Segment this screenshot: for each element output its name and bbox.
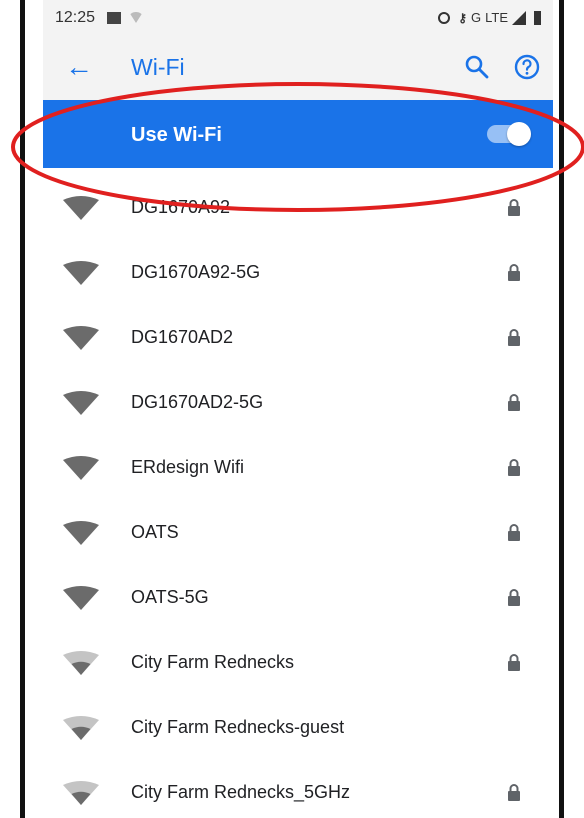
network-row[interactable]: DG1670AD2 bbox=[43, 305, 553, 370]
network-row[interactable]: OATS bbox=[43, 500, 553, 565]
network-name: City Farm Rednecks-guest bbox=[131, 717, 345, 737]
network-key-label: G bbox=[470, 10, 482, 25]
network-name: DG1670AD2-5G bbox=[131, 392, 264, 412]
search-icon[interactable] bbox=[463, 53, 491, 81]
wifi-signal-icon bbox=[63, 521, 99, 545]
lock-icon bbox=[508, 329, 520, 346]
phone-frame: 12:25 ⚷ G LTE ← Wi-Fi Use Wi-Fi DG1670A9… bbox=[20, 0, 564, 818]
network-name: OATS bbox=[131, 522, 179, 542]
network-name: DG1670A92-5G bbox=[131, 262, 261, 282]
network-name: DG1670AD2 bbox=[131, 327, 234, 347]
wifi-status-icon bbox=[129, 12, 144, 23]
wifi-toggle-switch[interactable] bbox=[487, 122, 531, 146]
network-row[interactable]: OATS-5G bbox=[43, 565, 553, 630]
network-row[interactable]: City Farm Rednecks-guest bbox=[43, 695, 553, 760]
wifi-signal-icon bbox=[63, 456, 99, 480]
network-list: DG1670A92 DG1670A92-5G DG1670AD2 DG1670AD2-… bbox=[43, 175, 553, 818]
use-wifi-label: Use Wi-Fi bbox=[131, 124, 222, 146]
network-name: OATS-5G bbox=[131, 587, 209, 607]
wifi-signal-icon bbox=[63, 781, 99, 805]
use-wifi-row[interactable]: Use Wi-Fi bbox=[43, 100, 553, 168]
network-row[interactable]: DG1670A92-5G bbox=[43, 240, 553, 305]
wifi-signal-icon bbox=[63, 391, 99, 415]
network-row[interactable]: DG1670A92 bbox=[43, 175, 553, 240]
network-name: ERdesign Wifi bbox=[131, 457, 245, 477]
image-notification-icon bbox=[107, 11, 122, 24]
page-title: Wi-Fi bbox=[131, 54, 185, 80]
lock-icon bbox=[508, 589, 520, 606]
status-right: ⚷ G LTE bbox=[438, 0, 541, 35]
lock-icon bbox=[508, 199, 520, 216]
back-arrow-icon[interactable]: ← bbox=[65, 53, 93, 81]
network-row[interactable]: City Farm Rednecks bbox=[43, 630, 553, 695]
status-time: 12:25 bbox=[55, 8, 96, 26]
lock-icon bbox=[508, 524, 520, 541]
screen: 12:25 ⚷ G LTE ← Wi-Fi Use Wi-Fi DG1670A9… bbox=[43, 0, 553, 818]
network-row[interactable]: City Farm Rednecks_5GHz bbox=[43, 760, 553, 818]
toggle-knob bbox=[507, 122, 531, 146]
wifi-signal-icon bbox=[63, 196, 99, 220]
lock-icon bbox=[508, 459, 520, 476]
network-type-label: LTE bbox=[485, 10, 508, 25]
network-name: City Farm Rednecks bbox=[131, 652, 295, 672]
battery-icon bbox=[534, 10, 541, 25]
signal-icon bbox=[512, 10, 526, 25]
lock-icon bbox=[508, 394, 520, 411]
wifi-signal-icon bbox=[63, 326, 99, 350]
alarm-icon bbox=[438, 11, 451, 24]
status-bar: 12:25 ⚷ G LTE bbox=[43, 0, 553, 35]
wifi-signal-icon bbox=[63, 651, 99, 675]
wifi-signal-icon bbox=[63, 716, 99, 740]
lock-icon bbox=[508, 264, 520, 281]
network-row[interactable]: DG1670AD2-5G bbox=[43, 370, 553, 435]
help-icon[interactable] bbox=[513, 53, 541, 81]
wifi-signal-icon bbox=[63, 261, 99, 285]
vpn-key-icon: ⚷ bbox=[458, 10, 467, 25]
network-name: DG1670A92 bbox=[131, 197, 231, 217]
lock-icon bbox=[508, 784, 520, 801]
lock-icon bbox=[508, 654, 520, 671]
network-row[interactable]: ERdesign Wifi bbox=[43, 435, 553, 500]
app-bar: ← Wi-Fi bbox=[43, 35, 553, 100]
wifi-signal-icon bbox=[63, 586, 99, 610]
network-name: City Farm Rednecks_5GHz bbox=[131, 782, 351, 802]
